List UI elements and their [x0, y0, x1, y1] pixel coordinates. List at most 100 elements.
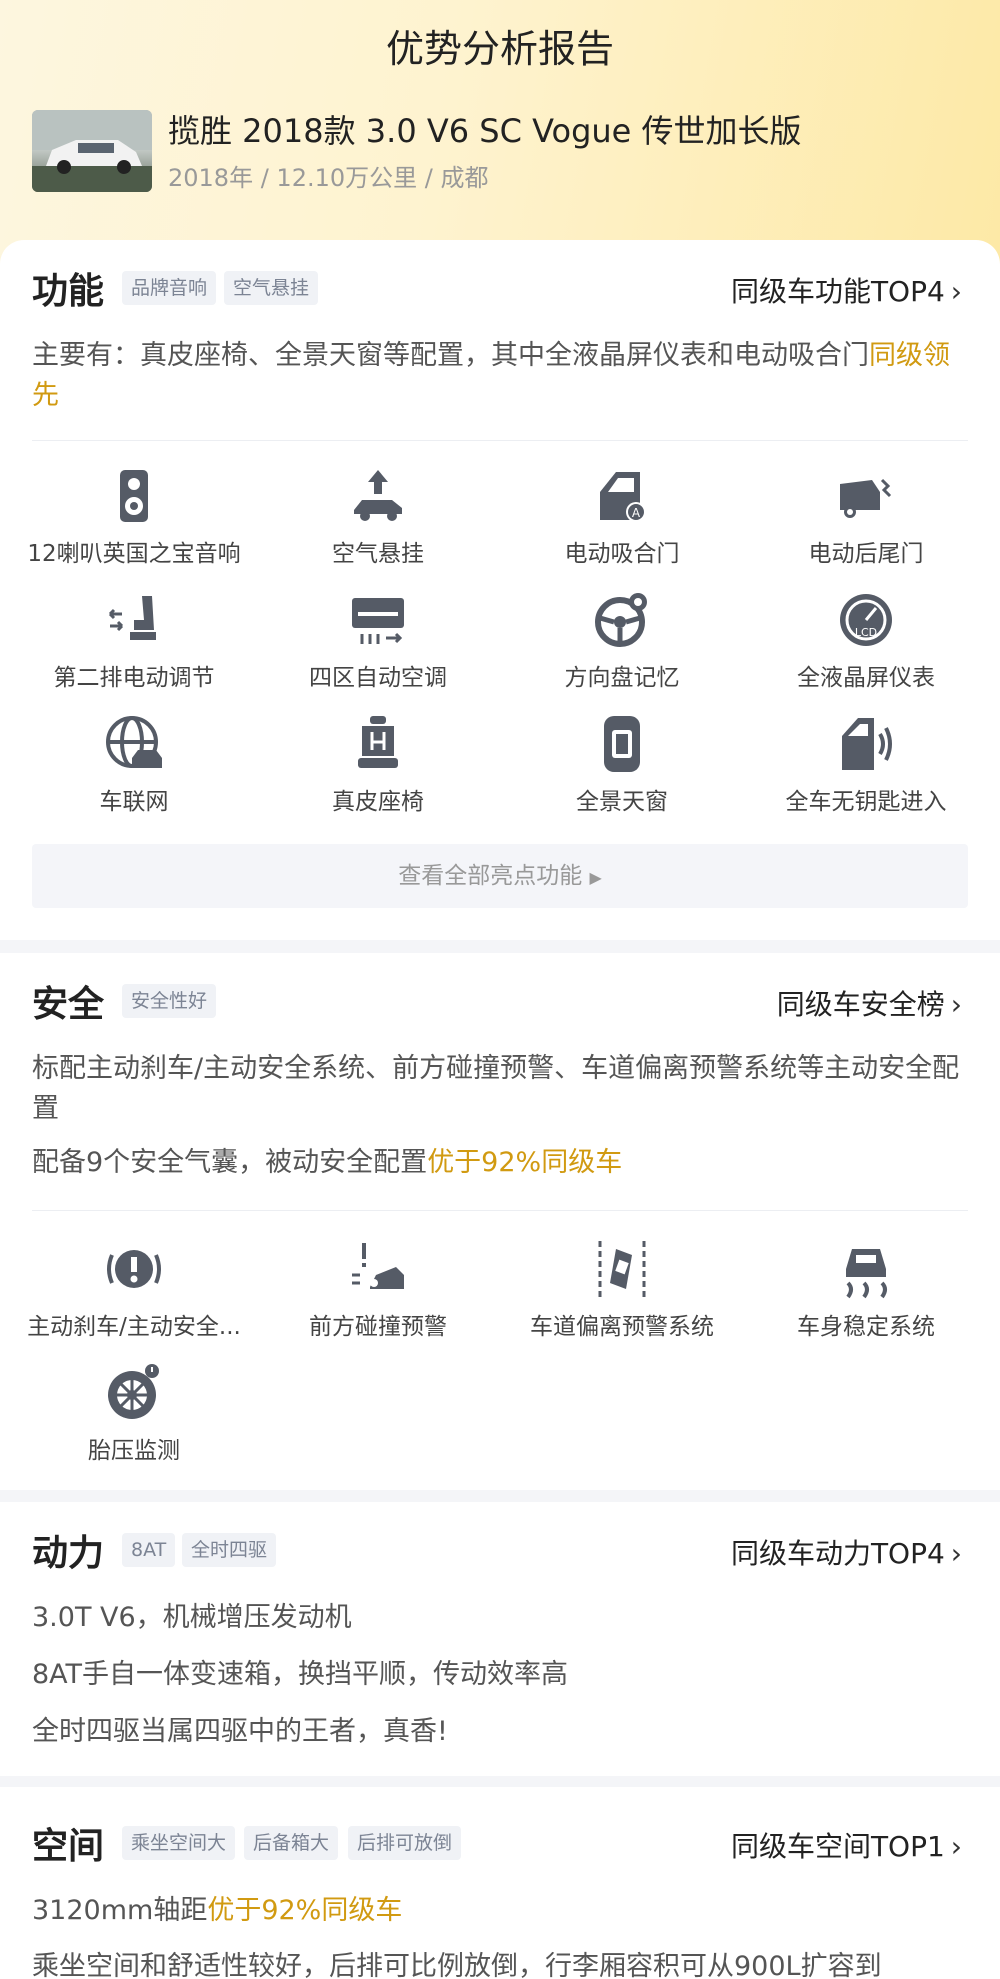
power-tag: 全时四驱: [182, 1533, 277, 1567]
feature-item[interactable]: 车道偏离预警系统: [500, 1239, 744, 1341]
view-all-features-button[interactable]: 查看全部亮点功能 ▶: [32, 844, 968, 908]
connected-car-icon: [106, 716, 162, 768]
space-title: 空间: [32, 1826, 105, 1867]
feature-item[interactable]: 主动刹车/主动安全...: [12, 1239, 256, 1341]
feature-item[interactable]: 方向盘记忆: [500, 590, 744, 692]
safety-desc2-main: 配备9个安全气囊，被动安全配置: [32, 1147, 428, 1178]
svg-text:LCD: LCD: [855, 626, 877, 639]
svg-text:A: A: [632, 506, 641, 520]
power-line: 8AT手自一体变速箱，换挡平顺，传动效率高: [32, 1659, 569, 1690]
lane-departure-icon: [598, 1241, 646, 1297]
feature-label: 胎压监测: [88, 1438, 180, 1464]
lcd-gauge-icon: LCD: [840, 594, 892, 646]
stability-control-icon: [846, 1249, 887, 1299]
feature-label: 真皮座椅: [332, 789, 424, 815]
feature-item[interactable]: 四区自动空调: [256, 590, 500, 692]
power-line: 全时四驱当属四驱中的王者，真香!: [32, 1716, 448, 1747]
feature-label: 全车无钥匙进入: [785, 789, 947, 815]
view-all-label: 查看全部亮点功能: [398, 863, 583, 889]
safety-tag: 安全性好: [122, 984, 217, 1018]
power-section: 动力 8AT 全时四驱 同级车动力TOP4 › 3.0T V6，机械增压发动机 8…: [0, 1502, 1000, 1776]
space-tag: 后备箱大: [244, 1826, 339, 1860]
feature-item[interactable]: A 电动吸合门: [500, 466, 744, 568]
page-title: 优势分析报告: [385, 27, 614, 71]
feature-item[interactable]: 全车无钥匙进入: [744, 714, 988, 816]
function-tag: 空气悬挂: [224, 271, 319, 305]
active-brake-icon: [107, 1250, 161, 1288]
space-line: 乘坐空间和舒适性较好，后排可比例放倒，行李厢容积可从900L扩容到: [32, 1951, 882, 1979]
feature-label: 电动后尾门: [808, 541, 924, 567]
car-name[interactable]: 揽胜 2018款 3.0 V6 SC Vogue 传世加长版: [168, 106, 802, 152]
feature-label: 车道偏离预警系统: [530, 1314, 714, 1340]
function-rank-label: 同级车功能TOP4: [730, 275, 945, 308]
feature-label: 四区自动空调: [309, 665, 447, 691]
power-title: 动力: [32, 1533, 105, 1574]
panoramic-roof-icon: [604, 716, 640, 772]
feature-label: 第二排电动调节: [53, 665, 215, 691]
divider: [32, 440, 968, 441]
function-description: 主要有：真皮座椅、全景天窗等配置，其中全液晶屏仪表和电动吸合门同级领先: [32, 336, 968, 416]
feature-label: 车联网: [99, 789, 169, 815]
function-desc-main: 主要有：真皮座椅、全景天窗等配置，其中全液晶屏仪表和电动吸合门: [32, 340, 869, 371]
feature-item[interactable]: LCD 全液晶屏仪表: [744, 590, 988, 692]
safety-rank-label: 同级车安全榜: [776, 988, 945, 1021]
feature-item[interactable]: 空气悬挂: [256, 466, 500, 568]
space-wheelbase-line: 3120mm轴距优于92%同级车: [32, 1891, 968, 1931]
feature-item[interactable]: 全景天窗: [500, 714, 744, 816]
triangle-right-icon: ▶: [589, 868, 602, 887]
space-line1-main: 3120mm轴距: [32, 1895, 208, 1926]
feature-item[interactable]: 车身稳定系统: [744, 1239, 988, 1341]
space-section: 空间 乘坐空间大 后备箱大 后排可放倒 同级车空间TOP1 › 3120mm轴距优…: [0, 1787, 1000, 1979]
feature-label: 前方碰撞预警: [309, 1314, 447, 1340]
space-rank-link[interactable]: 同级车空间TOP1 ›: [731, 1825, 962, 1865]
function-tag: 品牌音响: [122, 271, 217, 305]
chevron-right-icon: ›: [950, 1537, 962, 1570]
power-rank-label: 同级车动力TOP4: [730, 1537, 945, 1570]
safety-rank-link[interactable]: 同级车安全榜 ›: [777, 983, 962, 1023]
power-rank-link[interactable]: 同级车动力TOP4 ›: [731, 1532, 962, 1572]
speaker-icon: [120, 470, 148, 522]
chevron-right-icon: ›: [950, 988, 962, 1021]
feature-item[interactable]: 12喇叭英国之宝音响: [12, 466, 256, 568]
function-title: 功能: [32, 271, 105, 312]
collision-warning-icon: [352, 1243, 404, 1289]
power-tailgate-icon: [840, 478, 892, 518]
feature-label: 电动吸合门: [564, 541, 680, 567]
chevron-right-icon: ›: [950, 275, 962, 308]
feature-item[interactable]: 电动后尾门: [744, 466, 988, 568]
feature-label: 全景天窗: [576, 789, 668, 815]
safety-description: 标配主动刹车/主动安全系统、前方碰撞预警、车道偏离预警系统等主动安全配置: [32, 1053, 960, 1124]
chevron-right-icon: ›: [950, 1830, 962, 1863]
feature-label: 12喇叭英国之宝音响: [27, 541, 241, 567]
function-rank-link[interactable]: 同级车功能TOP4 ›: [731, 270, 962, 310]
safety-title: 安全: [32, 984, 105, 1025]
feature-label: 方向盘记忆: [564, 665, 680, 691]
feature-item[interactable]: 胎压监测: [12, 1363, 256, 1465]
car-thumbnail[interactable]: [32, 110, 152, 192]
feature-item[interactable]: 车联网: [12, 714, 256, 816]
climate-control-icon: [352, 598, 404, 644]
feature-label: 空气悬挂: [332, 541, 424, 567]
keyless-entry-icon: [842, 718, 892, 770]
feature-label: 主动刹车/主动安全...: [27, 1314, 241, 1340]
divider: [32, 1210, 968, 1211]
feature-item[interactable]: 前方碰撞预警: [256, 1239, 500, 1341]
steering-memory-icon: [595, 593, 647, 647]
second-row-seat-icon: [108, 596, 156, 640]
space-rank-label: 同级车空间TOP1: [730, 1830, 945, 1863]
air-suspension-icon: [354, 470, 402, 521]
safety-section: 安全 安全性好 同级车安全榜 › 标配主动刹车/主动安全系统、前方碰撞预警、车道偏…: [0, 953, 1000, 1490]
power-line: 3.0T V6，机械增压发动机: [32, 1602, 352, 1633]
space-tag: 乘坐空间大: [122, 1826, 236, 1860]
safety-airbag-description: 配备9个安全气囊，被动安全配置优于92%同级车: [32, 1143, 968, 1183]
tire-pressure-icon: [108, 1364, 159, 1419]
space-line1-highlight: 优于92%同级车: [207, 1895, 403, 1926]
soft-close-door-icon: A: [600, 472, 646, 522]
leather-seat-icon: [358, 716, 398, 768]
feature-item[interactable]: 第二排电动调节: [12, 590, 256, 692]
function-section: 功能 品牌音响 空气悬挂 同级车功能TOP4 › 主要有：真皮座椅、全景天窗等配置…: [0, 240, 1000, 940]
report-header: 优势分析报告 揽胜 2018款 3.0 V6 SC Vogue 传世加长版 20…: [0, 0, 1000, 270]
car-meta: 2018年 / 12.10万公里 / 成都: [168, 164, 489, 192]
space-tag: 后排可放倒: [348, 1826, 462, 1860]
feature-item[interactable]: 真皮座椅: [256, 714, 500, 816]
